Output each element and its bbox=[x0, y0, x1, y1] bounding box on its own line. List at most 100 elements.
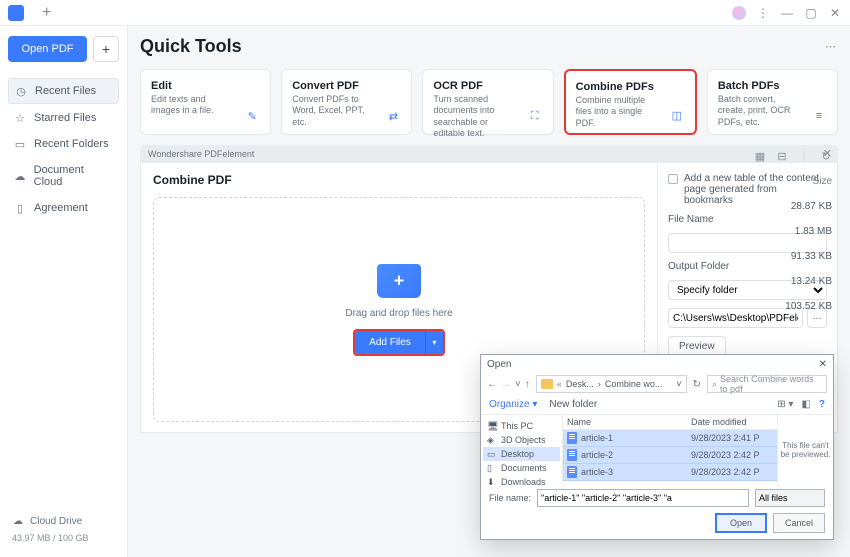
filename-label: File name: bbox=[489, 493, 531, 503]
preview-pane: This file can't be previewed. bbox=[777, 415, 833, 485]
maximize-icon[interactable]: ▢ bbox=[804, 6, 818, 20]
nav-forward-icon[interactable]: → bbox=[501, 379, 511, 390]
cloud-icon: ☁ bbox=[12, 515, 24, 527]
tree-item-3d-objects[interactable]: ◈ 3D Objects bbox=[483, 433, 560, 447]
file-icon: ▯ bbox=[14, 202, 26, 214]
kebab-icon[interactable]: ⋮ bbox=[756, 6, 770, 20]
tool-title: Convert PDF bbox=[292, 80, 401, 92]
file-row[interactable]: article-2 9/28/2023 2:42 P bbox=[563, 447, 777, 464]
file-row[interactable]: article-1 9/28/2023 2:41 P bbox=[563, 430, 777, 447]
sidebar-item-document-cloud[interactable]: ☁ Document Cloud bbox=[8, 158, 119, 194]
desktop-icon: ▭ bbox=[487, 449, 497, 459]
ai-assistant-icon[interactable] bbox=[732, 6, 746, 20]
open-pdf-button[interactable]: Open PDF bbox=[8, 36, 87, 62]
tool-sub: Batch convert, create, print, OCR PDFs, … bbox=[718, 94, 803, 128]
preview-pane-icon[interactable]: ◧ bbox=[801, 399, 810, 410]
page-title: Quick Tools bbox=[140, 36, 242, 57]
folder-icon: ▭ bbox=[14, 138, 26, 150]
app-icon bbox=[8, 5, 24, 21]
sidebar-item-recent-folders[interactable]: ▭ Recent Folders bbox=[8, 132, 119, 156]
size-header: Size bbox=[785, 176, 832, 187]
size-column: Size 28.87 KB 1.83 MB 91.33 KB 13.24 KB … bbox=[785, 176, 832, 312]
column-name[interactable]: Name bbox=[567, 417, 691, 427]
new-tab-button[interactable]: + bbox=[42, 5, 51, 21]
dialog-search-input[interactable]: ⌕ Search Combine words to pdf bbox=[707, 375, 827, 393]
tool-title: OCR PDF bbox=[433, 80, 542, 92]
tool-card-edit[interactable]: Edit Edit texts and images in a file. ✎ bbox=[140, 69, 271, 135]
cloud-drive-link[interactable]: ☁ Cloud Drive bbox=[8, 511, 119, 531]
add-files-dropdown[interactable]: ▾ bbox=[425, 331, 443, 354]
sidebar-item-starred-files[interactable]: ☆ Starred Files bbox=[8, 106, 119, 130]
filename-input[interactable] bbox=[537, 489, 749, 507]
sidebar-item-agreement[interactable]: ▯ Agreement bbox=[8, 196, 119, 220]
tool-title: Batch PDFs bbox=[718, 80, 827, 92]
calendar-icon[interactable]: ⊟ bbox=[776, 150, 788, 162]
clock-icon: ◷ bbox=[15, 85, 27, 97]
quick-tools-row: Edit Edit texts and images in a file. ✎ … bbox=[140, 69, 838, 135]
edit-icon: ✎ bbox=[242, 106, 262, 126]
sidebar-item-label: Agreement bbox=[34, 202, 88, 214]
refresh-icon[interactable]: ↻ bbox=[693, 379, 701, 390]
toc-checkbox[interactable] bbox=[668, 174, 678, 184]
folder-plus-icon bbox=[377, 264, 421, 298]
close-icon[interactable]: ✕ bbox=[828, 6, 842, 20]
open-button[interactable]: Open bbox=[715, 513, 767, 533]
document-icon bbox=[567, 432, 577, 444]
cloud-drive-label: Cloud Drive bbox=[30, 516, 82, 527]
new-folder-button[interactable]: New folder bbox=[549, 399, 597, 410]
tool-title: Edit bbox=[151, 80, 260, 92]
convert-icon: ⇄ bbox=[383, 106, 403, 126]
titlebar: + ⋮ — ▢ ✕ bbox=[0, 0, 850, 26]
search-icon: ⌕ bbox=[712, 379, 717, 390]
path-segment[interactable]: Combine wo... bbox=[605, 379, 663, 389]
file-date: 9/28/2023 2:41 P bbox=[691, 433, 773, 443]
chevron-down-icon[interactable]: ˅ bbox=[515, 379, 521, 390]
file-size: 13.24 KB bbox=[785, 276, 832, 287]
tree-item-desktop[interactable]: ▭ Desktop bbox=[483, 447, 560, 461]
nav-up-icon[interactable]: ↑ bbox=[525, 379, 530, 390]
path-segment[interactable]: Desk... bbox=[566, 379, 594, 389]
tree-item-documents[interactable]: ▯ Documents bbox=[483, 461, 560, 475]
grid-view-icon[interactable]: ▦ bbox=[754, 150, 766, 162]
tool-sub: Convert PDFs to Word, Excel, PPT, etc. bbox=[292, 94, 377, 128]
tree-item-this-pc[interactable]: 🖥 This PC bbox=[483, 419, 560, 433]
batch-icon: ≡ bbox=[809, 106, 829, 126]
tool-sub: Turn scanned documents into searchable o… bbox=[433, 94, 518, 139]
dialog-close-icon[interactable]: ✕ bbox=[819, 359, 827, 370]
new-file-button[interactable]: + bbox=[93, 36, 119, 62]
output-folder-input[interactable] bbox=[668, 308, 803, 328]
search-placeholder: Search Combine words to pdf bbox=[720, 374, 822, 394]
organize-menu[interactable]: Organize ▾ bbox=[489, 399, 537, 410]
column-date[interactable]: Date modified bbox=[691, 417, 773, 427]
more-menu-icon[interactable]: ⋯ bbox=[825, 40, 838, 53]
ocr-icon: ⛶ bbox=[525, 106, 545, 126]
sidebar-item-recent-files[interactable]: ◷ Recent Files bbox=[8, 78, 119, 104]
combine-icon: ◫ bbox=[667, 105, 687, 125]
cancel-button[interactable]: Cancel bbox=[773, 513, 825, 533]
view-toolbar: ▦ ⊟ | ↻ bbox=[754, 150, 832, 162]
tool-card-batch[interactable]: Batch PDFs Batch convert, create, print,… bbox=[707, 69, 838, 135]
open-file-dialog: Open ✕ ← → ˅ ↑ « Desk... › Combine wo...… bbox=[480, 354, 834, 540]
modal-brand: Wondershare PDFelement bbox=[148, 149, 254, 159]
tool-card-ocr[interactable]: OCR PDF Turn scanned documents into sear… bbox=[422, 69, 553, 135]
add-files-button[interactable]: Add Files bbox=[355, 331, 425, 354]
sidebar-nav: ◷ Recent Files ☆ Starred Files ▭ Recent … bbox=[8, 78, 119, 220]
sidebar-item-label: Starred Files bbox=[34, 112, 96, 124]
view-options-icon[interactable]: ⊞ ▾ bbox=[777, 399, 793, 410]
file-name: article-2 bbox=[581, 450, 687, 460]
minimize-icon[interactable]: — bbox=[780, 6, 794, 20]
file-size: 103.52 KB bbox=[785, 301, 832, 312]
tool-card-convert[interactable]: Convert PDF Convert PDFs to Word, Excel,… bbox=[281, 69, 412, 135]
refresh-icon[interactable]: ↻ bbox=[820, 150, 832, 162]
document-icon bbox=[567, 466, 577, 478]
sidebar-item-label: Recent Folders bbox=[34, 138, 109, 150]
tool-title: Combine PDFs bbox=[576, 81, 685, 93]
tool-card-combine[interactable]: Combine PDFs Combine multiple files into… bbox=[564, 69, 697, 135]
nav-back-icon[interactable]: ← bbox=[487, 379, 497, 390]
dialog-titlebar: Open ✕ bbox=[481, 355, 833, 373]
path-breadcrumb[interactable]: « Desk... › Combine wo... ˅ bbox=[536, 375, 687, 393]
file-date: 9/28/2023 2:42 P bbox=[691, 450, 773, 460]
help-icon[interactable]: ? bbox=[819, 399, 825, 410]
filetype-filter[interactable] bbox=[755, 489, 825, 507]
file-row[interactable]: article-3 9/28/2023 2:42 P bbox=[563, 464, 777, 481]
